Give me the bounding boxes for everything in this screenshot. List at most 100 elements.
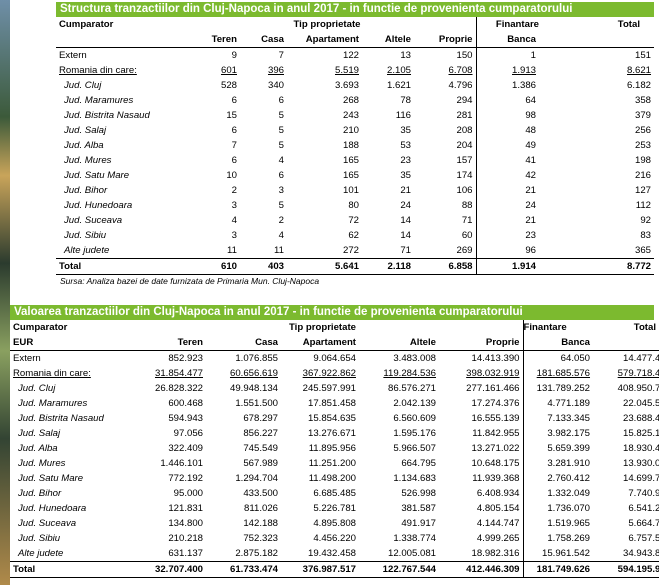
table-cell: 3 [278,185,284,196]
total-cell: 122.767.544 [359,561,440,578]
table-row: Jud. Satu Mare 772.192 1.294.704 11.498.200… [10,471,659,486]
header-col: Teren [128,335,206,351]
header-col: Altele [359,335,440,351]
table-cell: 8.621 [627,65,652,76]
table-cell: 151 [635,50,652,61]
table-cell: 16.555.139 [439,411,524,426]
table-row: Jud. Bihor 95.000 433.500 6.685.485 526.998 6… [10,486,659,501]
table-cell: 269 [414,243,477,259]
table-cell: 60.656.619 [229,368,278,379]
row-label: Jud. Alba [18,443,58,454]
table-cell: 122 [342,50,359,61]
table-cell: 7.133.345 [547,413,591,424]
table-cell: 15 [226,110,237,121]
table-cell: 3.281.910 [547,458,591,469]
row-label: Jud. Suceava [64,215,123,226]
table-cell: 396 [267,65,284,76]
table-cell: 6.182 [627,80,652,91]
header-col: Casa [240,32,287,48]
table-cell: 6 [278,95,284,106]
table-row: Jud. Maramures 600.468 1.551.500 17.851.458… [10,396,659,411]
table-cell: 294 [414,93,477,108]
table-cell: 11.842.955 [439,426,524,441]
table-cell: 600.468 [168,398,203,409]
row-label: Jud. Alba [64,140,104,151]
table-cell: 367.922.862 [302,368,356,379]
header-col: Teren [178,32,240,48]
table-row: Jud. Cluj 26.828.322 49.948.134 245.597.991… [10,381,659,396]
table-cell: 852.923 [168,353,203,364]
total-cell: 6.858 [414,258,477,275]
table-cell: 11 [227,245,237,256]
transactions-value-table-block: Valoarea tranzactiilor din Cluj-Napoca i… [10,305,659,578]
table-cell: 112 [635,200,652,211]
table-cell: 14 [400,230,412,241]
table-row: Jud. Bihor 2 3 101 21 106 21 127 [56,183,654,198]
table-cell: 31.854.477 [154,368,203,379]
table-cell: 7 [231,140,237,151]
table-cell: 1.736.070 [547,503,591,514]
table-cell: 811.026 [244,503,278,514]
row-label: Jud. Sibiu [64,230,107,241]
table-cell: 60 [414,228,477,243]
header-cumparator: Cumparator [59,19,114,30]
table-cell: 4.771.189 [547,398,591,409]
table-cell: 72 [348,215,359,226]
table-cell: 4 [231,215,237,226]
table-cell: 664.795 [401,458,437,469]
table-cell: 4.999.265 [439,531,524,546]
table-cell: 15.854.635 [307,413,356,424]
table1-total-row: Total 610 403 5.641 2.118 6.858 1.914 8.… [56,258,655,275]
table-cell: 3 [231,230,237,241]
total-label: Total [10,561,128,578]
table-cell: 4 [278,155,284,166]
table-row: Jud. Mures 1.446.101 567.989 11.251.200 664.… [10,456,659,471]
table-cell: 13.271.022 [439,441,524,456]
table-cell: 381.587 [401,503,437,514]
table-row: Jud. Salaj 97.056 856.227 13.276.671 1.595.1… [10,426,659,441]
table-cell: 7.740.983 [628,488,659,499]
table-cell: 48 [525,125,537,136]
table-cell: 856.227 [243,428,278,439]
table-cell: 11.251.200 [308,458,356,469]
table-cell: 106 [414,183,477,198]
table-cell: 34.943.858 [623,548,659,559]
table-cell: 433.500 [243,488,278,499]
table-cell: 83 [640,230,652,241]
table-cell: 491.917 [401,518,437,529]
row-label: Jud. Suceava [18,518,77,529]
table-cell: 11.895.956 [308,443,356,454]
row-label: Jud. Hunedoara [64,200,133,211]
table-cell: 19.432.458 [307,548,356,559]
side-decorative-image [0,0,10,585]
row-label: Jud. Bistrita Nasaud [64,110,150,121]
total-cell: 376.987.517 [281,561,359,578]
table-cell: 101 [342,185,359,196]
table1-header-row-1: Cumparator Tip proprietate Finantare Tot… [56,17,654,32]
row-label: Jud. Sibiu [18,533,61,544]
table-cell: 245.597.991 [302,383,356,394]
table-row: Alte judete 11 11 272 71 269 96 365 [56,243,654,259]
table-cell: 21 [525,185,537,196]
table-cell: 14 [400,215,412,226]
table-cell: 6 [278,170,284,181]
table-cell: 10 [226,170,237,181]
table-cell: 86.576.271 [388,383,437,394]
table-cell: 62 [348,230,359,241]
table-row: Jud. Mures 6 4 165 23 157 41 198 [56,153,654,168]
table-row: Jud. Alba 322.409 745.549 11.895.956 5.966.5… [10,441,659,456]
table-cell: 526.998 [401,488,437,499]
table-cell: 14.413.390 [439,350,524,366]
table2-header-row-1: Cumparator Tip proprietate Finantare Tot… [10,320,659,335]
table-cell: 4.144.747 [439,516,524,531]
table-cell: 210 [342,125,359,136]
table-cell: 243 [342,110,359,121]
table-cell: 21 [400,185,412,196]
table-cell: 1.913 [512,65,537,76]
table-cell: 64.050 [560,353,591,364]
table-cell: 1.338.774 [393,533,437,544]
table-cell: 13 [400,50,412,61]
table-cell: 2.875.182 [235,548,278,559]
table-cell: 12.005.081 [388,548,437,559]
table-cell: 208 [414,123,477,138]
